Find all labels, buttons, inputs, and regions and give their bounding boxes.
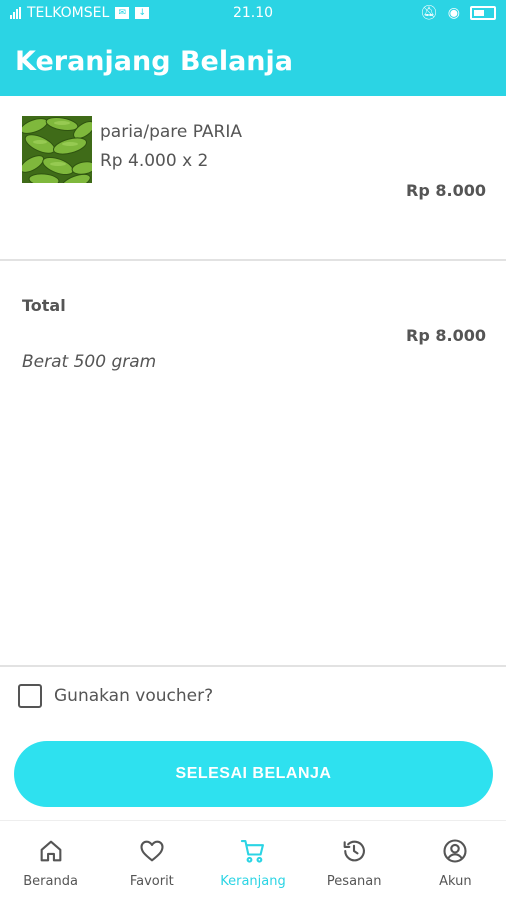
voucher-label: Gunakan voucher? <box>54 686 214 706</box>
product-subtotal: Rp 8.000 <box>406 181 486 200</box>
bottom-navigation: Beranda Favorit Keranjang Pesanan Akun <box>0 820 506 900</box>
cart-icon <box>240 840 264 863</box>
nav-item-akun[interactable]: Akun <box>405 821 506 900</box>
download-icon: ↓ <box>135 7 150 19</box>
home-icon <box>40 840 61 862</box>
product-price-quantity: Rp 4.000 x 2 <box>100 151 209 171</box>
message-icon: ✉ <box>115 7 130 19</box>
nav-item-keranjang[interactable]: Keranjang <box>202 821 303 900</box>
status-bar: TELKOMSEL ✉ ↓ 21.10 🔕︎ ◉ <box>0 0 506 26</box>
heart-icon <box>140 840 164 862</box>
account-icon <box>443 839 467 863</box>
nav-label: Favorit <box>129 874 174 889</box>
divider <box>0 259 506 261</box>
voucher-option[interactable]: Gunakan voucher? <box>18 684 213 708</box>
voucher-checkbox[interactable] <box>18 684 42 708</box>
signal-icon <box>10 7 21 19</box>
nav-label: Keranjang <box>220 874 286 889</box>
divider <box>0 665 506 667</box>
nav-label: Pesanan <box>326 874 382 889</box>
app-bar: Keranjang Belanja <box>0 26 506 96</box>
product-name: paria/pare PARIA <box>100 122 243 142</box>
nav-item-pesanan[interactable]: Pesanan <box>304 821 405 900</box>
nav-item-favorit[interactable]: Favorit <box>101 821 202 900</box>
nav-item-beranda[interactable]: Beranda <box>0 821 101 900</box>
nav-label: Beranda <box>23 874 78 889</box>
history-icon <box>343 840 366 862</box>
eye-icon: ◉ <box>447 5 460 21</box>
battery-icon <box>470 6 496 20</box>
total-value: Rp 8.000 <box>406 326 486 345</box>
silent-icon: 🔕︎ <box>420 5 438 21</box>
total-weight: Berat 500 gram <box>22 352 157 372</box>
total-label: Total <box>22 296 66 315</box>
checkout-button[interactable]: SELESAI BELANJA <box>14 741 493 807</box>
cart-item[interactable]: paria/pare PARIA Rp 4.000 x 2 Rp 8.000 <box>0 96 506 260</box>
page-title: Keranjang Belanja <box>15 45 294 77</box>
product-image <box>22 116 92 183</box>
carrier-name: TELKOMSEL <box>27 5 110 21</box>
nav-label: Akun <box>439 874 472 889</box>
